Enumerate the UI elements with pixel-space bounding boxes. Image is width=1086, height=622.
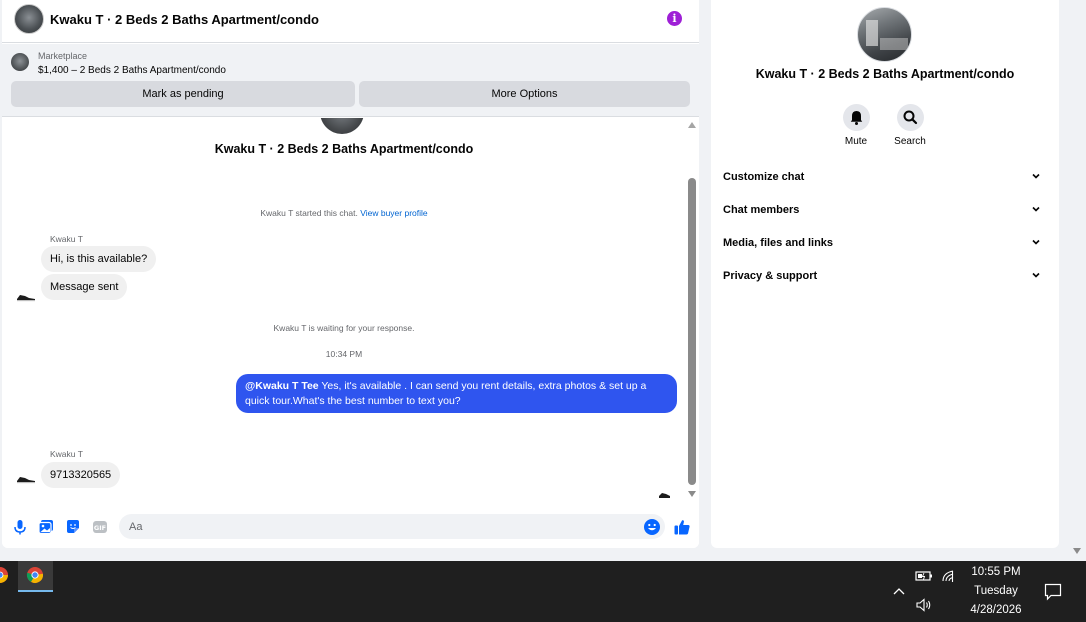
scrollbar-thumb[interactable] (688, 178, 696, 485)
sender-avatar-sneaker-icon (17, 477, 35, 484)
read-receipt-icon (659, 493, 670, 498)
listing-thumbnail[interactable] (11, 53, 29, 71)
emoji-icon[interactable] (643, 518, 661, 536)
search-circle[interactable] (896, 104, 924, 131)
chevron-down-icon (1032, 173, 1040, 179)
speaker-icon[interactable] (915, 598, 933, 612)
chevron-down-icon (1032, 272, 1040, 278)
info-title: Kwaku T · 2 Beds 2 Baths Apartment/condo (755, 67, 1015, 81)
section-label: Customize chat (723, 171, 805, 183)
message-input[interactable] (119, 514, 665, 539)
page-scroll-down-arrow-icon[interactable] (1073, 548, 1081, 554)
view-buyer-profile-link[interactable]: View buyer profile (360, 208, 427, 218)
outgoing-message[interactable]: @Kwaku T Tee Yes, it's available . I can… (236, 374, 677, 413)
chat-title[interactable]: Kwaku T · 2 Beds 2 Baths Apartment/condo (50, 12, 319, 27)
more-options-button[interactable]: More Options (359, 81, 690, 107)
scroll-up-arrow-icon[interactable] (688, 122, 696, 128)
microphone-icon[interactable] (11, 518, 29, 536)
avatar-photo-detail (880, 38, 908, 50)
section-chat-members[interactable]: Chat members (723, 199, 1047, 223)
section-privacy-support[interactable]: Privacy & support (723, 265, 1047, 289)
section-label: Chat members (723, 204, 800, 216)
chrome-icon[interactable] (26, 566, 44, 584)
clock-date[interactable]: 4/28/2026 (956, 604, 1036, 616)
info-avatar[interactable] (857, 7, 912, 62)
chevron-up-icon[interactable] (892, 586, 906, 596)
chat-panel: Kwaku T · 2 Beds 2 Baths Apartment/condo… (2, 0, 699, 548)
section-customize-chat[interactable]: Customize chat (723, 166, 1047, 190)
battery-icon[interactable] (915, 570, 933, 582)
chevron-down-icon (1032, 206, 1040, 212)
search-label: Search (894, 136, 926, 147)
mention-tag[interactable]: @Kwaku T Tee (245, 380, 319, 392)
listing-source: Marketplace (38, 51, 88, 61)
message-timestamp: 10:34 PM (325, 349, 363, 359)
chat-started-text: Kwaku T started this chat. (260, 208, 358, 218)
conversation-title: Kwaku T · 2 Beds 2 Baths Apartment/condo (214, 142, 474, 156)
mute-button[interactable]: Mute (836, 104, 876, 147)
message-list[interactable]: Kwaku T · 2 Beds 2 Baths Apartment/condo… (2, 118, 686, 504)
avatar-photo-detail (866, 20, 878, 46)
sender-name: Kwaku T (50, 449, 83, 459)
waiting-notice: Kwaku T is waiting for your response. (273, 323, 415, 333)
active-app-indicator (18, 590, 53, 592)
taskbar: 10:55 PM Tuesday 4/28/2026 (0, 561, 1086, 622)
sender-name: Kwaku T (50, 234, 83, 244)
clock-time[interactable]: 10:55 PM (956, 566, 1036, 578)
search-button[interactable]: Search (890, 104, 930, 147)
gif-icon[interactable]: GIF (91, 518, 109, 536)
network-icon[interactable] (941, 569, 957, 583)
chat-started-notice: Kwaku T started this chat. View buyer pr… (2, 208, 686, 218)
clock-day[interactable]: Tuesday (956, 585, 1036, 597)
chrome-app-partial-icon[interactable] (0, 566, 9, 584)
svg-text:GIF: GIF (94, 524, 106, 532)
mute-circle[interactable] (842, 104, 870, 131)
chevron-down-icon (1032, 239, 1040, 245)
conversation-large-avatar (320, 118, 364, 134)
sender-avatar-sneaker-icon (17, 295, 35, 302)
message-composer: GIF (2, 508, 699, 548)
marketplace-listing-bar: Marketplace $1,400 – 2 Beds 2 Baths Apar… (2, 44, 699, 117)
thumbs-up-icon[interactable] (673, 518, 691, 536)
info-icon[interactable]: i (667, 11, 682, 26)
incoming-message[interactable]: 9713320565 (41, 462, 121, 488)
section-label: Privacy & support (723, 270, 818, 282)
section-media-files-links[interactable]: Media, files and links (723, 232, 1047, 256)
conversation-avatar[interactable] (14, 4, 44, 34)
notification-center-icon[interactable] (1044, 583, 1062, 601)
scroll-down-arrow-icon[interactable] (688, 491, 696, 497)
search-icon (903, 110, 917, 125)
mute-label: Mute (844, 136, 868, 147)
incoming-message[interactable]: Message sent (41, 274, 128, 300)
bell-icon (850, 111, 862, 125)
message-scrollbar[interactable] (686, 118, 698, 504)
chat-header: Kwaku T · 2 Beds 2 Baths Apartment/condo… (2, 0, 699, 43)
section-label: Media, files and links (723, 237, 834, 249)
mark-as-pending-button[interactable]: Mark as pending (11, 81, 355, 107)
incoming-message[interactable]: Hi, is this available? (41, 246, 157, 272)
conversation-info-panel: Kwaku T · 2 Beds 2 Baths Apartment/condo… (711, 0, 1059, 548)
photo-icon[interactable] (37, 518, 55, 536)
listing-price-title[interactable]: $1,400 – 2 Beds 2 Baths Apartment/condo (38, 65, 226, 76)
sticker-icon[interactable] (64, 518, 82, 536)
